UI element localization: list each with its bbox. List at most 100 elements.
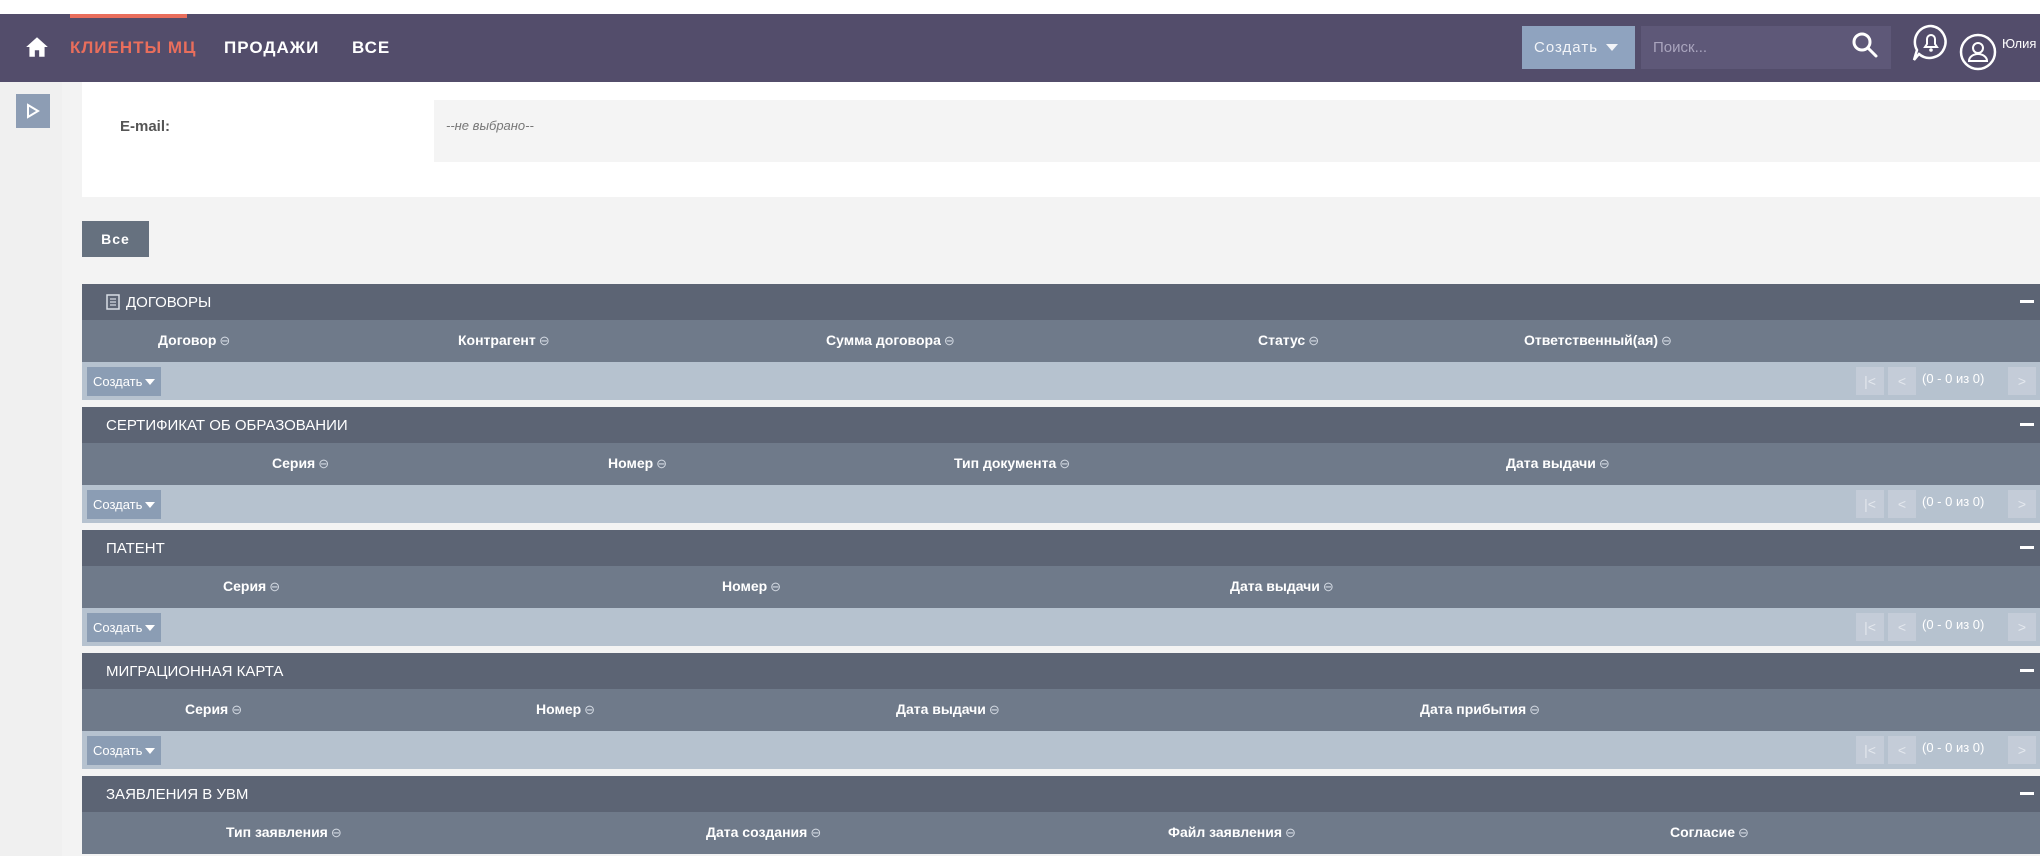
active-tab-indicator [70, 14, 187, 18]
subpanel-title: ЗАЯВЛЕНИЯ В УВМ [106, 785, 249, 803]
subpanel-uvm-applications: ЗАЯВЛЕНИЯ В УВМ Тип заявления ⊖ Дата созд… [82, 776, 2040, 854]
subpanel-title: МИГРАЦИОННАЯ КАРТА [106, 662, 284, 680]
sidebar-toggle-button[interactable] [16, 94, 50, 128]
subpanel-footer: Создать |< < (0 - 0 из 0) > [82, 485, 2040, 523]
minus-icon[interactable] [2020, 669, 2034, 672]
subpanel-header[interactable]: ДОГОВОРЫ [82, 284, 2040, 320]
subpanel-patent: ПАТЕНТ Серия ⊖ Номер ⊖ Дата выдачи ⊖ Создат… [82, 530, 2040, 646]
create-button[interactable]: Создать [1522, 26, 1635, 69]
sort-icon: ⊖ [584, 702, 596, 717]
user-icon[interactable] [1958, 32, 1998, 72]
email-label: E-mail: [120, 118, 171, 135]
column-header[interactable]: Дата выдачи ⊖ [1230, 578, 1334, 595]
next-page-button[interactable]: > [2008, 736, 2036, 764]
subpanel-footer: Создать |< < (0 - 0 из 0) > [82, 362, 2040, 400]
next-page-button[interactable]: > [2008, 490, 2036, 518]
column-header[interactable]: Файл заявления ⊖ [1168, 824, 1296, 841]
sort-icon: ⊖ [538, 333, 550, 348]
column-header-row: Серия ⊖ Номер ⊖ Дата выдачи ⊖ Дата прибытия… [82, 689, 2040, 731]
play-icon [27, 103, 40, 119]
pagination-info: (0 - 0 из 0) [1922, 371, 1985, 386]
chevron-down-icon [145, 501, 156, 508]
sort-icon: ⊖ [269, 579, 281, 594]
subpanel-migration-card: МИГРАЦИОННАЯ КАРТА Серия ⊖ Номер ⊖ Дата вы… [82, 653, 2040, 769]
first-page-button[interactable]: |< [1856, 367, 1884, 395]
column-header[interactable]: Статус ⊖ [1258, 332, 1319, 349]
sort-icon: ⊖ [1738, 825, 1749, 840]
next-page-button[interactable]: > [2008, 613, 2036, 641]
show-all-button[interactable]: Все [82, 221, 149, 257]
column-header[interactable]: Согласие ⊖ [1670, 824, 1749, 841]
subpanel-title: СЕРТИФИКАТ ОБ ОБРАЗОВАНИИ [106, 416, 348, 434]
prev-page-button[interactable]: < [1888, 613, 1916, 641]
column-header[interactable]: Дата прибытия ⊖ [1420, 701, 1540, 718]
subpanel-header[interactable]: МИГРАЦИОННАЯ КАРТА [82, 653, 2040, 689]
column-header[interactable]: Тип заявления ⊖ [226, 824, 342, 841]
prev-page-button[interactable]: < [1888, 490, 1916, 518]
subpanel-education-certificate: СЕРТИФИКАТ ОБ ОБРАЗОВАНИИ Серия ⊖ Номер ⊖ … [82, 407, 2040, 523]
subpanel-header[interactable]: СЕРТИФИКАТ ОБ ОБРАЗОВАНИИ [82, 407, 2040, 443]
first-page-button[interactable]: |< [1856, 736, 1884, 764]
bell-icon[interactable] [1910, 22, 1952, 64]
search-input[interactable] [1653, 39, 1813, 56]
first-page-button[interactable]: |< [1856, 490, 1884, 518]
subpanel-header[interactable]: ПАТЕНТ [82, 530, 2040, 566]
column-header[interactable]: Номер ⊖ [722, 578, 781, 595]
minus-icon[interactable] [2020, 300, 2034, 303]
column-header[interactable]: Дата выдачи ⊖ [1506, 455, 1610, 472]
column-header[interactable]: Дата выдачи ⊖ [896, 701, 1000, 718]
sort-icon: ⊖ [1059, 456, 1071, 471]
column-header[interactable]: Договор ⊖ [158, 332, 230, 349]
chevron-down-icon [145, 624, 156, 631]
column-header[interactable]: Контрагент ⊖ [458, 332, 550, 349]
sort-icon: ⊖ [1529, 702, 1541, 717]
sort-icon: ⊖ [318, 456, 330, 471]
subpanel-create-button[interactable]: Создать [87, 490, 162, 519]
minus-icon[interactable] [2020, 546, 2034, 549]
subpanel-create-button[interactable]: Создать [87, 736, 162, 765]
first-page-button[interactable]: |< [1856, 613, 1884, 641]
chevron-down-icon [1606, 44, 1619, 51]
column-header[interactable]: Серия ⊖ [185, 701, 242, 718]
column-header[interactable]: Ответственный(ая) ⊖ [1524, 332, 1672, 349]
sort-icon: ⊖ [219, 333, 231, 348]
chevron-down-icon [145, 747, 156, 754]
prev-page-button[interactable]: < [1888, 367, 1916, 395]
sort-icon: ⊖ [1285, 825, 1296, 840]
subpanel-header[interactable]: ЗАЯВЛЕНИЯ В УВМ [82, 776, 2040, 812]
user-name[interactable]: Юлия [2002, 36, 2040, 51]
subpanel-footer: Создать |< < (0 - 0 из 0) > [82, 731, 2040, 769]
create-button-label: Создать [1534, 39, 1599, 56]
subpanel-create-button[interactable]: Создать [87, 613, 162, 642]
subpanel-footer: Создать |< < (0 - 0 из 0) > [82, 608, 2040, 646]
tab-all[interactable]: ВСЕ [352, 38, 390, 58]
subpanel-title: ДОГОВОРЫ [126, 293, 212, 311]
sort-icon: ⊖ [988, 702, 1000, 717]
subpanel-title: ПАТЕНТ [106, 539, 165, 557]
minus-icon[interactable] [2020, 423, 2034, 426]
column-header-row: Серия ⊖ Номер ⊖ Тип документа ⊖ Дата выдачи… [82, 443, 2040, 485]
sort-icon: ⊖ [1661, 333, 1672, 348]
column-header[interactable]: Дата создания ⊖ [706, 824, 821, 841]
tab-clients-mc[interactable]: КЛИЕНТЫ МЦ [70, 38, 196, 58]
column-header[interactable]: Сумма договора ⊖ [826, 332, 955, 349]
search-icon[interactable] [1850, 30, 1880, 60]
column-header[interactable]: Серия ⊖ [223, 578, 280, 595]
tab-sales[interactable]: ПРОДАЖИ [224, 38, 319, 58]
pagination-info: (0 - 0 из 0) [1922, 740, 1985, 755]
minus-icon[interactable] [2020, 792, 2034, 795]
column-header[interactable]: Номер ⊖ [608, 455, 667, 472]
left-sidebar [0, 82, 62, 856]
column-header[interactable]: Серия ⊖ [272, 455, 329, 472]
email-value: --не выбрано-- [434, 100, 2040, 162]
home-icon[interactable] [24, 34, 50, 60]
prev-page-button[interactable]: < [1888, 736, 1916, 764]
sort-icon: ⊖ [1308, 333, 1320, 348]
sort-icon: ⊖ [231, 702, 243, 717]
sort-icon: ⊖ [810, 825, 822, 840]
column-header[interactable]: Тип документа ⊖ [954, 455, 1070, 472]
column-header[interactable]: Номер ⊖ [536, 701, 595, 718]
column-header-row: Серия ⊖ Номер ⊖ Дата выдачи ⊖ [82, 566, 2040, 608]
subpanel-create-button[interactable]: Создать [87, 367, 162, 396]
next-page-button[interactable]: > [2008, 367, 2036, 395]
